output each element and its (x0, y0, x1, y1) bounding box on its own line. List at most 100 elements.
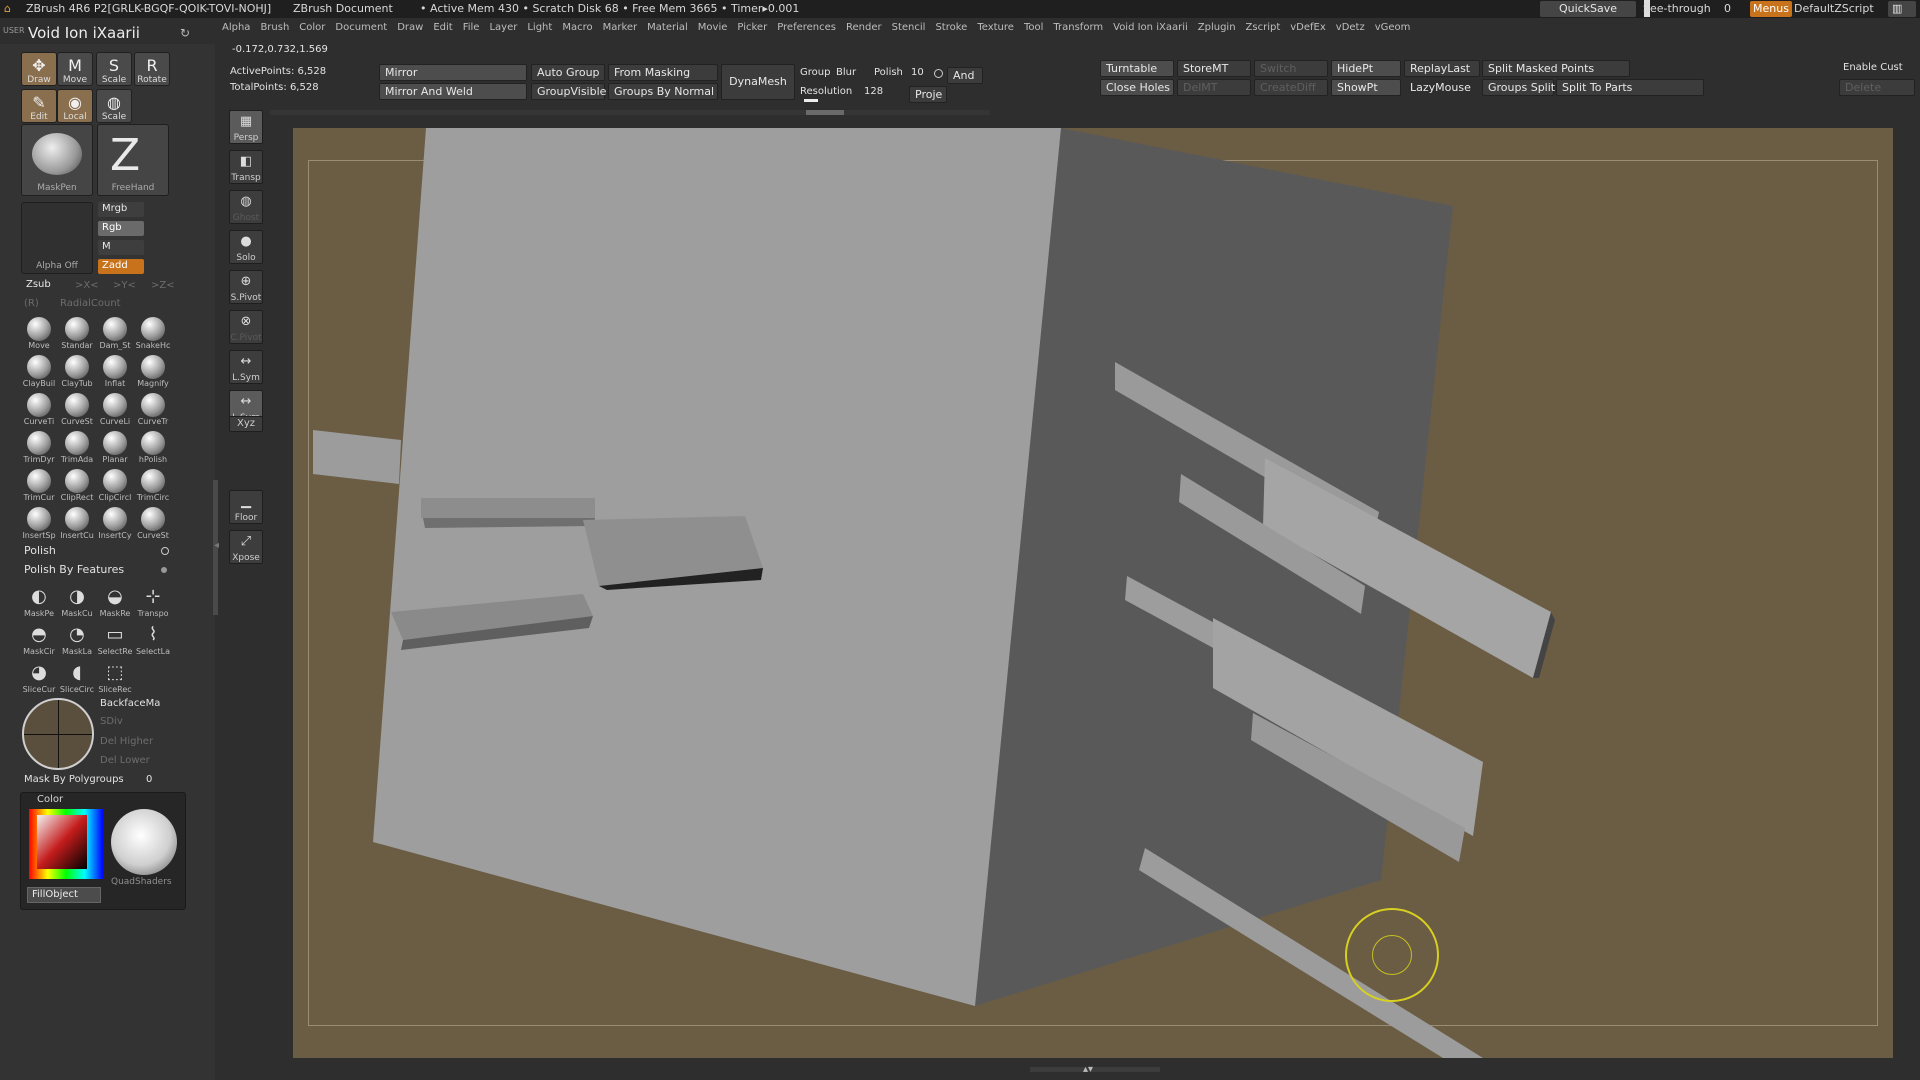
brush-insertcy[interactable]: InsertCy (96, 504, 134, 542)
menu-stencil[interactable]: Stencil (892, 22, 926, 33)
brush-move[interactable]: Move (20, 314, 58, 352)
mask-brush-maskla[interactable]: ◔ MaskLa (58, 620, 96, 658)
project-button[interactable]: Proje (909, 86, 947, 103)
tray-collapse-icon[interactable]: ◂ (214, 540, 219, 551)
menu-void-ion-ixaarii[interactable]: Void Ion iXaarii (1113, 22, 1188, 33)
replaylast-button[interactable]: ReplayLast (1404, 60, 1480, 77)
menu-material[interactable]: Material (647, 22, 688, 33)
mask-brush-slicecur[interactable]: ◕ SliceCur (20, 658, 58, 696)
timeline-toggle-icon[interactable]: ▴▾ (1083, 1064, 1093, 1075)
groups-split-button[interactable]: Groups Split (1482, 79, 1555, 96)
refresh-icon[interactable]: ↻ (180, 26, 190, 40)
timeline-bar[interactable] (1030, 1067, 1160, 1072)
menu-alpha[interactable]: Alpha (222, 22, 250, 33)
mask-brush-maskcu[interactable]: ◑ MaskCu (58, 582, 96, 620)
del-higher-button[interactable]: Del Higher (100, 736, 153, 747)
menu-zplugin[interactable]: Zplugin (1198, 22, 1236, 33)
mask-brush-selectla[interactable]: ⌇ SelectLa (134, 620, 172, 658)
brush-claybuil[interactable]: ClayBuil (20, 352, 58, 390)
menu-light[interactable]: Light (527, 22, 552, 33)
shelf-c-pivot-button[interactable]: ⊗ C.Pivot (229, 310, 263, 344)
stroke-slot[interactable]: Z FreeHand (97, 124, 169, 196)
backface-mask-label[interactable]: BackfaceMa (100, 698, 160, 709)
fill-object-button[interactable]: FillObject (27, 887, 101, 903)
tool-rotate-button[interactable]: R Rotate (134, 52, 170, 86)
brush-hpolish[interactable]: hPolish (134, 428, 172, 466)
menu-texture[interactable]: Texture (977, 22, 1014, 33)
material-sphere-icon[interactable] (111, 809, 177, 875)
brush-magnify[interactable]: Magnify (134, 352, 172, 390)
split-masked-points-button[interactable]: Split Masked Points (1482, 60, 1630, 77)
brush-insertcu[interactable]: InsertCu (58, 504, 96, 542)
brush-trimdyr[interactable]: TrimDyr (20, 428, 58, 466)
auto-group-button[interactable]: Auto Group (531, 64, 605, 81)
mask-by-polygroups-label[interactable]: Mask By Polygroups (24, 774, 124, 785)
mask-brush-slicerec[interactable]: ⬚ SliceRec (96, 658, 134, 696)
switch-button[interactable]: Switch (1254, 60, 1328, 77)
menu-edit[interactable]: Edit (433, 22, 452, 33)
brush-claytub[interactable]: ClayTub (58, 352, 96, 390)
tool-scale-button[interactable]: ◍ Scale (96, 89, 132, 123)
layout-icon[interactable]: ▥ (1888, 1, 1916, 17)
menu-stroke[interactable]: Stroke (935, 22, 967, 33)
shelf-transp-button[interactable]: ◧ Transp (229, 150, 263, 184)
menu-vgeom[interactable]: vGeom (1375, 22, 1411, 33)
menu-color[interactable]: Color (299, 22, 325, 33)
brush-insertsp[interactable]: InsertSp (20, 504, 58, 542)
menus-button[interactable]: Menus (1750, 1, 1792, 17)
mrgb-button[interactable]: Mrgb (98, 202, 144, 217)
resolution-slider[interactable] (804, 99, 818, 102)
polish-features-dot-icon[interactable] (161, 567, 167, 573)
menu-vdefex[interactable]: vDefEx (1290, 22, 1326, 33)
polish-label[interactable]: Polish (24, 544, 56, 557)
mask-brush-maskcir[interactable]: ◓ MaskCir (20, 620, 58, 658)
menu-zscript[interactable]: Zscript (1246, 22, 1281, 33)
dynamesh-and-button[interactable]: And (947, 67, 983, 84)
dynamesh-group-toggle[interactable]: Group (800, 67, 830, 78)
menu-macro[interactable]: Macro (562, 22, 592, 33)
brush-curvetr[interactable]: CurveTr (134, 390, 172, 428)
rgb-button[interactable]: Rgb (98, 221, 144, 236)
mask-brush-selectre[interactable]: ▭ SelectRe (96, 620, 134, 658)
brush-curvest[interactable]: CurveSt (134, 504, 172, 542)
menu-document[interactable]: Document (335, 22, 387, 33)
shelf-xpose-button[interactable]: ⤢ Xpose (229, 530, 263, 564)
menu-vdetz[interactable]: vDetz (1336, 22, 1365, 33)
mask-brush-slicecirc[interactable]: ◖ SliceCirc (58, 658, 96, 696)
color-picker-hue[interactable] (29, 809, 103, 879)
menu-file[interactable]: File (463, 22, 480, 33)
del-lower-button[interactable]: Del Lower (100, 755, 150, 766)
menu-brush[interactable]: Brush (260, 22, 289, 33)
polish-toggle-icon[interactable] (161, 547, 169, 555)
shelf-floor-button[interactable]: ▁ Floor (229, 490, 263, 524)
brush-planar[interactable]: Planar (96, 428, 134, 466)
mirror-button[interactable]: Mirror (379, 64, 527, 81)
brush-dam-st[interactable]: Dam_St (96, 314, 134, 352)
group-visible-button[interactable]: GroupVisible (531, 83, 606, 100)
shelf-xyz-button[interactable]: Xyz (229, 416, 263, 432)
brush-cliprect[interactable]: ClipRect (58, 466, 96, 504)
delmt-button[interactable]: DelMT (1177, 79, 1251, 96)
tool-scale-button[interactable]: S Scale (96, 52, 132, 86)
groups-by-normal-button[interactable]: Groups By Normal (608, 83, 718, 100)
split-to-parts-button[interactable]: Split To Parts (1556, 79, 1704, 96)
shelf-s-pivot-button[interactable]: ⊕ S.Pivot (229, 270, 263, 304)
creatediff-button[interactable]: CreateDiff (1254, 79, 1328, 96)
storemt-button[interactable]: StoreMT (1177, 60, 1251, 77)
shelf-persp-button[interactable]: ▦ Persp (229, 110, 263, 144)
quicksave-button[interactable]: QuickSave (1540, 1, 1636, 17)
sym-z-button[interactable]: >Z< (151, 280, 175, 291)
delete-button[interactable]: Delete (1839, 79, 1915, 96)
brush-trimcur[interactable]: TrimCur (20, 466, 58, 504)
mask-brush-maskre[interactable]: ◒ MaskRe (96, 582, 134, 620)
tool-edit-button[interactable]: ✎ Edit (21, 89, 57, 123)
dynamesh-blur-slider[interactable]: Blur (836, 67, 856, 78)
menu-render[interactable]: Render (846, 22, 882, 33)
mask-brush-transpo[interactable]: ⊹ Transpo (134, 582, 172, 620)
dynamesh-polish-circle-icon[interactable] (934, 69, 943, 78)
document-canvas[interactable] (293, 128, 1893, 1058)
brush-curveti[interactable]: CurveTi (20, 390, 58, 428)
showpt-button[interactable]: ShowPt (1331, 79, 1401, 96)
color-picker-sv[interactable] (37, 815, 87, 869)
tool-move-button[interactable]: M Move (57, 52, 93, 86)
